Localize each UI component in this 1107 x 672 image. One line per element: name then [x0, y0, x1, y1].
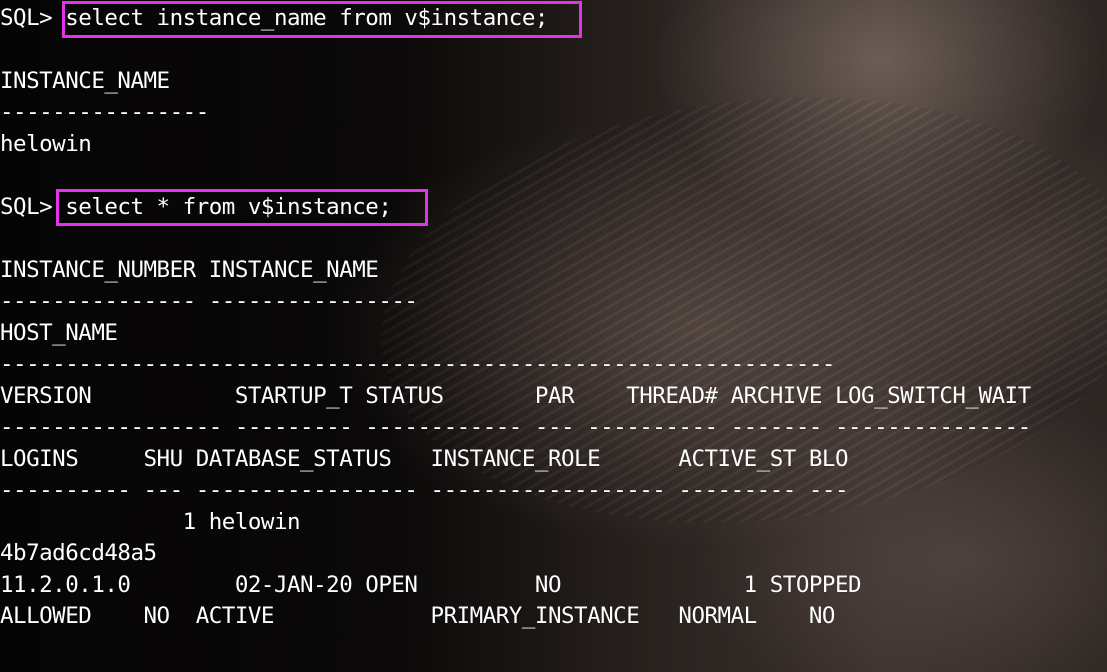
result2-row-line: ALLOWED NO ACTIVE PRIMARY_INSTANCE NORMA… — [0, 603, 835, 629]
terminal-window[interactable]: SQL> select instance_name from v$instanc… — [0, 0, 1107, 672]
result2-header-line: INSTANCE_NUMBER INSTANCE_NAME — [0, 257, 379, 283]
result2-separator-line: ----------------------------------------… — [0, 351, 835, 377]
result2-separator-line: ---------- --- ----------------- -------… — [0, 477, 849, 503]
result2-row-line: 4b7ad6cd48a5 — [0, 540, 157, 566]
result2-header-line: VERSION STARTUP_T STATUS PAR THREAD# ARC… — [0, 383, 1031, 409]
sql-prompt: SQL> — [0, 194, 53, 220]
result2-separator-line: --------------- ---------------- — [0, 288, 418, 314]
command-highlight-box-1 — [62, 1, 582, 38]
sql-prompt: SQL> — [0, 5, 53, 31]
result1-header: INSTANCE_NAME — [0, 68, 170, 94]
result2-header-line: HOST_NAME — [0, 320, 118, 346]
result2-header-line: LOGINS SHU DATABASE_STATUS INSTANCE_ROLE… — [0, 446, 849, 472]
result1-value: helowin — [0, 131, 92, 157]
result2-row-line: 11.2.0.1.0 02-JAN-20 OPEN NO 1 STOPPED — [0, 572, 862, 598]
result1-separator: ---------------- — [0, 99, 209, 125]
command-highlight-box-2 — [56, 189, 428, 226]
result2-separator-line: ----------------- --------- ------------… — [0, 414, 1031, 440]
result2-row-line: 1 helowin — [0, 509, 301, 535]
